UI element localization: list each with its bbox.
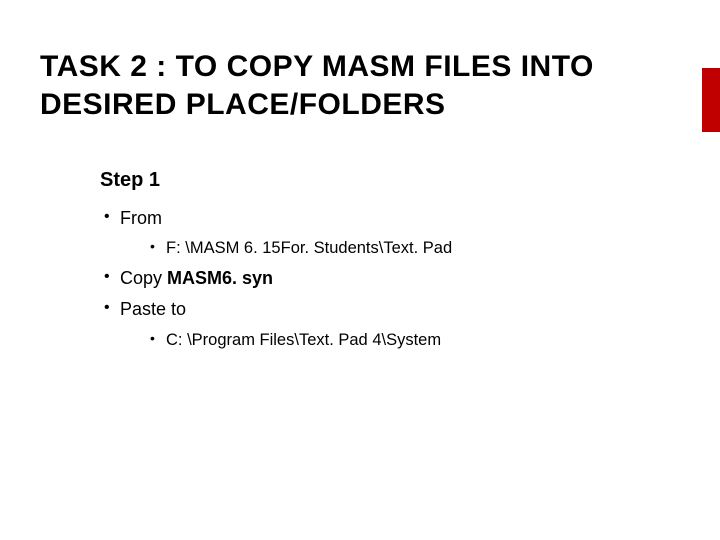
bullet-paste: Paste to C: \Program Files\Text. Pad 4\S… <box>100 297 680 351</box>
slide-body: Step 1 From F: \MASM 6. 15For. Students\… <box>100 169 680 352</box>
bullet-paste-path: C: \Program Files\Text. Pad 4\System <box>148 329 680 352</box>
bullet-from: From F: \MASM 6. 15For. Students\Text. P… <box>100 206 680 260</box>
bullet-list-level1: From F: \MASM 6. 15For. Students\Text. P… <box>100 206 680 352</box>
bullet-copy-filename: MASM6. syn <box>167 268 273 288</box>
slide-content: TASK 2 : TO COPY MASM FILES INTO DESIRED… <box>0 0 720 352</box>
bullet-paste-label: Paste to <box>120 299 186 319</box>
bullet-list-level2-paste: C: \Program Files\Text. Pad 4\System <box>148 329 680 352</box>
bullet-from-path: F: \MASM 6. 15For. Students\Text. Pad <box>148 237 680 260</box>
bullet-copy-prefix: Copy <box>120 268 167 288</box>
bullet-from-label: From <box>120 208 162 228</box>
step-heading: Step 1 <box>100 169 680 192</box>
bullet-copy: Copy MASM6. syn <box>100 266 680 291</box>
bullet-list-level2-from: F: \MASM 6. 15For. Students\Text. Pad <box>148 237 680 260</box>
slide-title: TASK 2 : TO COPY MASM FILES INTO DESIRED… <box>40 48 680 123</box>
accent-bar <box>702 68 720 132</box>
